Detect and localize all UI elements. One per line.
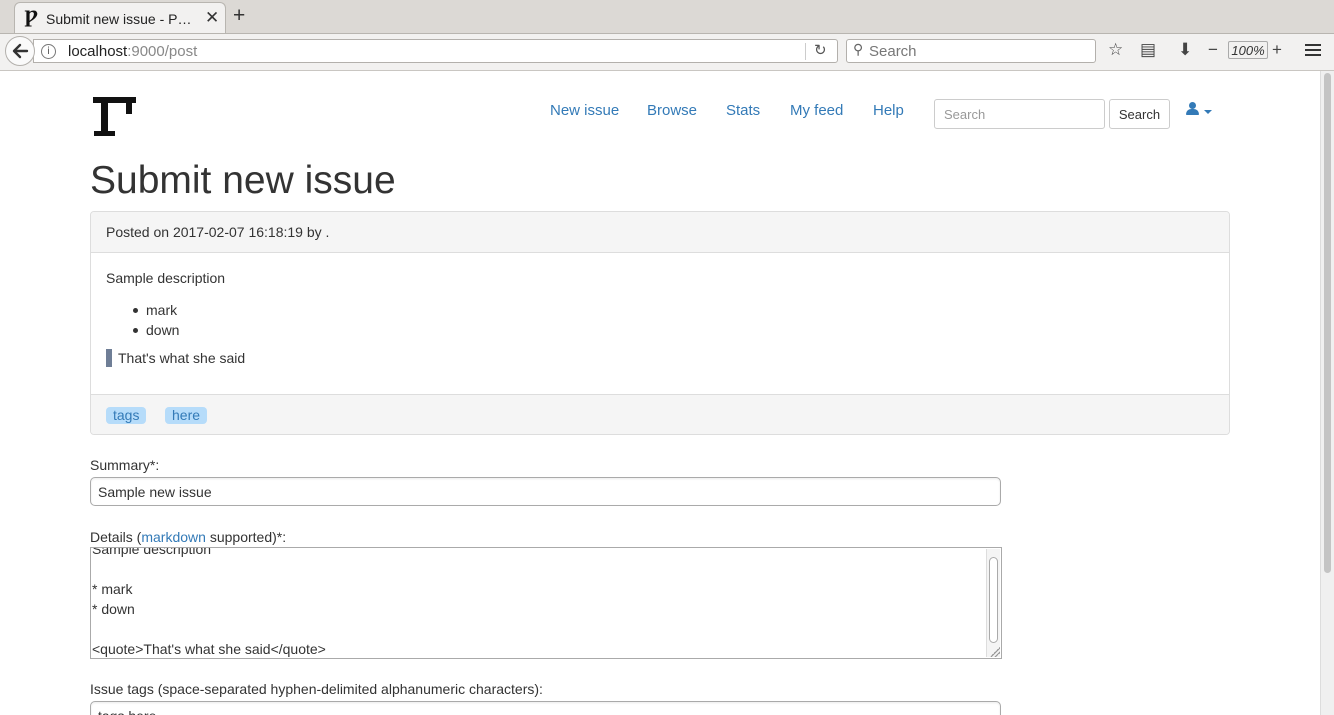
site-search-input[interactable]	[934, 99, 1105, 129]
nav-browse[interactable]: Browse	[647, 102, 697, 120]
caret-down-icon	[1204, 110, 1212, 114]
page-scroll-thumb[interactable]	[1324, 73, 1331, 573]
new-tab-plus-icon[interactable]: +	[233, 4, 245, 28]
reading-list-icon[interactable]: ▤	[1140, 39, 1156, 61]
nav-help[interactable]: Help	[873, 102, 904, 120]
preview-tags-footer: tags here	[91, 394, 1229, 434]
browser-tab-strip: Ƿ Submit new issue - P… ✕ +	[0, 0, 1334, 34]
user-icon	[1189, 102, 1196, 109]
preview-body: Sample description mark down That's what…	[91, 253, 1229, 394]
nav-my-feed[interactable]: My feed	[790, 102, 843, 120]
textarea-scrollbar[interactable]	[986, 549, 1000, 657]
menu-icon[interactable]	[1305, 44, 1321, 59]
tags-input[interactable]	[90, 701, 1001, 715]
back-arrow-icon	[12, 43, 29, 59]
zoom-in-icon[interactable]: +	[1272, 39, 1282, 61]
close-tab-icon[interactable]: ✕	[205, 8, 219, 28]
markdown-link[interactable]: markdown	[141, 529, 206, 545]
site-search-button[interactable]: Search	[1109, 99, 1170, 129]
posted-info: Posted on 2017-02-07 16:18:19 by .	[106, 224, 330, 240]
preview-header: Posted on 2017-02-07 16:18:19 by .	[91, 212, 1229, 253]
zoom-out-icon[interactable]: −	[1208, 39, 1218, 61]
bookmark-star-icon[interactable]: ☆	[1108, 39, 1123, 61]
browser-toolbar: i localhost:9000/post ↻ ⚲ ☆ ▤ ⬇ − 100% +	[0, 34, 1334, 71]
tag-badge[interactable]: here	[165, 407, 208, 424]
nav-stats[interactable]: Stats	[726, 102, 760, 120]
url-text[interactable]: localhost:9000/post	[68, 43, 197, 60]
list-item: mark	[132, 300, 179, 320]
resize-handle-icon[interactable]	[990, 647, 1000, 657]
tags-label: Issue tags (space-separated hyphen-delim…	[90, 681, 543, 697]
list-item: down	[132, 320, 179, 340]
summary-input[interactable]	[90, 477, 1001, 506]
details-text[interactable]: Sample description * mark * down <quote>…	[92, 548, 982, 658]
preview-description: Sample description	[106, 270, 226, 286]
page-title: Submit new issue	[90, 159, 396, 202]
url-host: localhost	[68, 43, 128, 60]
site-info-icon[interactable]: i	[41, 44, 56, 59]
address-bar[interactable]: i localhost:9000/post ↻	[33, 39, 838, 63]
details-label-prefix: Details (	[90, 529, 142, 545]
tab-title: Submit new issue - P…	[46, 11, 192, 27]
user-menu-dropdown[interactable]	[1186, 102, 1216, 122]
site-favicon-icon: Ƿ	[24, 8, 38, 28]
preview-bullet-list: mark down	[132, 300, 179, 340]
browser-search-input[interactable]	[869, 42, 1089, 60]
nav-new-issue[interactable]: New issue	[550, 102, 619, 120]
page-scrollbar[interactable]	[1320, 71, 1334, 715]
back-button[interactable]	[5, 36, 35, 66]
issue-preview-panel: Posted on 2017-02-07 16:18:19 by . Sampl…	[90, 211, 1230, 435]
details-label: Details (markdown supported)*:	[90, 529, 286, 546]
site-logo[interactable]	[0, 71, 140, 141]
zoom-level[interactable]: 100%	[1228, 41, 1268, 59]
tag-badge[interactable]: tags	[106, 407, 147, 424]
summary-label: Summary*:	[90, 457, 160, 473]
url-path: :9000/post	[127, 43, 198, 60]
search-icon: ⚲	[853, 41, 864, 57]
web-page: New issue Browse Stats My feed Help Sear…	[0, 71, 1320, 715]
browser-search-box[interactable]: ⚲	[846, 39, 1096, 63]
details-label-suffix: supported)*:	[205, 529, 287, 545]
downloads-icon[interactable]: ⬇	[1178, 39, 1192, 61]
reload-icon[interactable]: ↻	[814, 41, 827, 61]
textarea-scroll-thumb[interactable]	[989, 557, 998, 643]
details-textarea[interactable]: Sample description * mark * down <quote>…	[90, 547, 1002, 659]
url-divider	[805, 43, 806, 60]
browser-tab[interactable]: Ƿ Submit new issue - P… ✕	[14, 2, 226, 33]
preview-quote: That's what she said	[106, 349, 245, 367]
